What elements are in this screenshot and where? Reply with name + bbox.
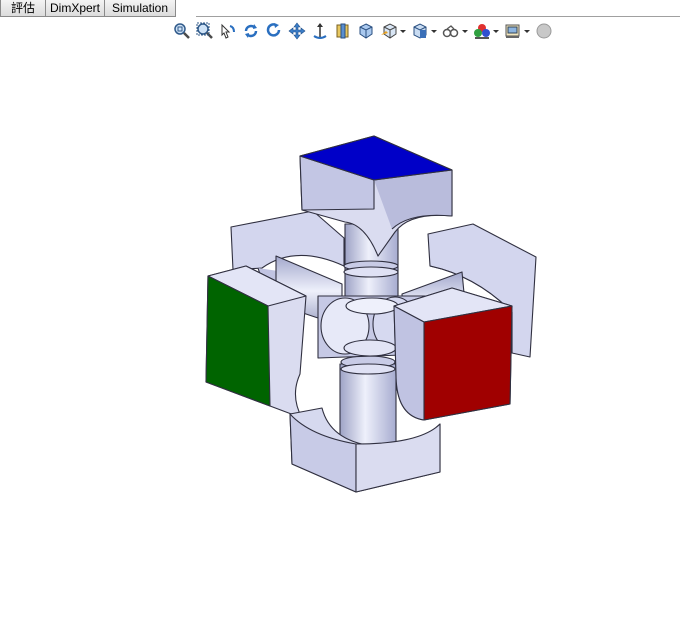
heads-up-view-toolbar [172,20,557,42]
tab-evaluate[interactable]: 評估 [0,0,46,17]
tab-strip-border [196,16,680,17]
tab-simulation[interactable]: Simulation [104,0,176,17]
previous-view-icon[interactable] [218,21,238,41]
command-manager-tabs: 評估 DimXpert Simulation [0,0,176,17]
apply-scene-icon[interactable] [472,21,500,41]
rubiks-cube-core-model [205,135,537,493]
zoom-to-fit-icon[interactable] [172,21,192,41]
display-style-icon[interactable] [379,21,407,41]
edit-appearance-icon[interactable] [441,21,469,41]
rotate-view-icon[interactable] [264,21,284,41]
roll-view-icon[interactable] [310,21,330,41]
realview-sphere-icon[interactable] [534,21,554,41]
tab-dimxpert[interactable]: DimXpert [45,0,105,17]
view-settings-icon[interactable] [503,21,531,41]
hide-show-items-icon[interactable] [410,21,438,41]
rebuild-icon[interactable] [241,21,261,41]
zoom-to-area-icon[interactable] [195,21,215,41]
pan-icon[interactable] [287,21,307,41]
section-view-icon[interactable] [333,21,353,41]
graphics-area[interactable] [0,44,680,636]
view-orientation-icon[interactable] [356,21,376,41]
